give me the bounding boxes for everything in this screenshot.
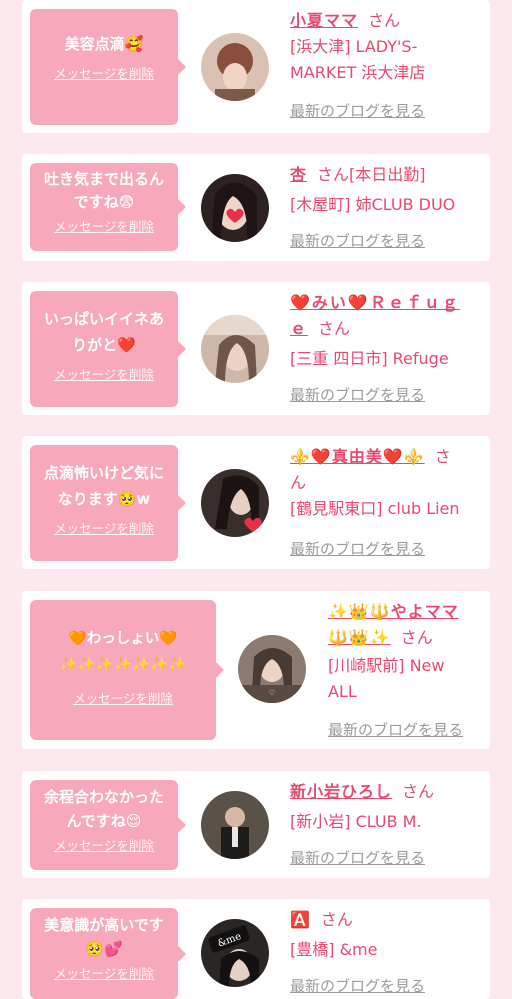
svg-text:♡: ♡: [269, 689, 275, 697]
delete-message-link[interactable]: メッセージを削除: [54, 63, 154, 82]
user-name-link[interactable]: 🅰️: [290, 910, 311, 929]
latest-blog-link[interactable]: 最新のブログを見る: [328, 719, 463, 740]
message-card: 吐き気まで出るん ですね😨 メッセージを削除 杏さん[本日出勤] [木屋町] 姉…: [22, 154, 490, 261]
user-info: ⚜️❤️真由美❤️⚜️ さ ん [鶴見駅東口] club Lien: [290, 444, 490, 522]
avatar[interactable]: [201, 791, 269, 859]
avatar[interactable]: [201, 315, 269, 383]
avatar[interactable]: [201, 33, 269, 101]
avatar[interactable]: [201, 469, 269, 537]
message-text: 点滴怖いけど気に なります🥺w: [43, 464, 164, 508]
latest-blog-link[interactable]: 最新のブログを見る: [290, 384, 425, 405]
honorific: さん: [368, 11, 401, 30]
message-text: 美容点滴🥰: [64, 35, 144, 53]
latest-blog-link[interactable]: 最新のブログを見る: [290, 975, 425, 996]
user-name-link[interactable]: ❤️みい❤️Ｒｅｆｕｇ ｅ: [290, 293, 460, 338]
delete-message-link[interactable]: メッセージを削除: [73, 688, 173, 707]
user-name-link[interactable]: ⚜️❤️真由美❤️⚜️: [290, 447, 425, 466]
shop-info: [豊橋] &me: [290, 940, 378, 959]
shop-info: [鶴見駅東口] club Lien: [290, 499, 460, 518]
delete-message-link[interactable]: メッセージを削除: [54, 216, 154, 235]
shop-info: [新小岩] CLUB M.: [290, 812, 422, 831]
message-bubble: 吐き気まで出るん ですね😨 メッセージを削除: [30, 163, 186, 251]
message-text: いっぱいイイネあ りがと❤️: [43, 310, 164, 354]
delete-message-link[interactable]: メッセージを削除: [54, 835, 154, 854]
message-card: 美意識が高いです 🥺💕 メッセージを削除 &me 🅰️ さん [豊橋] &me 最…: [22, 899, 490, 999]
user-info: ❤️みい❤️Ｒｅｆｕｇ ｅ さん [三重 四日市] Refuge: [290, 290, 490, 372]
message-text: 美意識が高いです 🥺💕: [44, 916, 164, 958]
message-bubble: 🧡わっしょい🧡 ✨✨✨✨✨✨✨ メッセージを削除: [30, 600, 224, 740]
message-bubble: 美容点滴🥰 メッセージを削除: [30, 9, 186, 125]
message-card: 余程合わなかった んですね😌 メッセージを削除 新小岩ひろし さん [新小岩] C…: [22, 771, 490, 878]
user-info: ✨👑🔱やよママ 🔱👑✨ さん [川崎駅前] New ALL: [328, 599, 490, 705]
delete-message-link[interactable]: メッセージを削除: [54, 963, 154, 982]
message-card: 美容点滴🥰 メッセージを削除 小夏ママ さん [浜大津] LADY'S- MARK…: [22, 0, 490, 133]
message-card: 🧡わっしょい🧡 ✨✨✨✨✨✨✨ メッセージを削除 ♡ ✨👑🔱やよママ 🔱👑✨ さん…: [22, 591, 490, 749]
message-bubble: 美意識が高いです 🥺💕 メッセージを削除: [30, 908, 186, 999]
message-bubble: いっぱいイイネあ りがと❤️ メッセージを削除: [30, 291, 186, 407]
latest-blog-link[interactable]: 最新のブログを見る: [290, 847, 425, 868]
message-bubble: 点滴怖いけど気に なります🥺w メッセージを削除: [30, 445, 186, 561]
shop-info: [木屋町] 姉CLUB DUO: [290, 195, 456, 214]
user-info: 杏さん[本日出勤] [木屋町] 姉CLUB DUO: [290, 162, 490, 218]
honorific: さん: [400, 628, 433, 647]
latest-blog-link[interactable]: 最新のブログを見る: [290, 100, 425, 121]
shop-info: [三重 四日市] Refuge: [290, 349, 449, 368]
shop-info: [川崎駅前] New ALL: [328, 656, 445, 701]
latest-blog-link[interactable]: 最新のブログを見る: [290, 538, 425, 559]
user-info: 新小岩ひろし さん [新小岩] CLUB M.: [290, 779, 490, 835]
honorific: さん[本日出勤]: [317, 165, 426, 184]
avatar[interactable]: [201, 174, 269, 242]
latest-blog-link[interactable]: 最新のブログを見る: [290, 230, 425, 251]
honorific: さん: [320, 910, 353, 929]
message-card: いっぱいイイネあ りがと❤️ メッセージを削除 ❤️みい❤️Ｒｅｆｕｇ ｅ さん …: [22, 282, 490, 415]
delete-message-link[interactable]: メッセージを削除: [54, 364, 154, 383]
user-info: 🅰️ さん [豊橋] &me: [290, 907, 490, 963]
message-text: 🧡わっしょい🧡 ✨✨✨✨✨✨✨: [59, 631, 187, 673]
delete-message-link[interactable]: メッセージを削除: [54, 518, 154, 537]
message-bubble: 余程合わなかった んですね😌 メッセージを削除: [30, 780, 186, 870]
avatar[interactable]: &me: [201, 919, 269, 987]
shop-info: [浜大津] LADY'S- MARKET 浜大津店: [290, 37, 426, 82]
message-text: 吐き気まで出るん ですね😨: [43, 170, 164, 211]
user-name-link[interactable]: 杏: [290, 165, 307, 184]
user-name-link[interactable]: 小夏ママ: [290, 11, 358, 30]
user-info: 小夏ママ さん [浜大津] LADY'S- MARKET 浜大津店: [290, 8, 490, 86]
honorific: さん: [318, 319, 351, 338]
honorific: さん: [402, 782, 435, 801]
user-name-link[interactable]: ✨👑🔱やよママ 🔱👑✨: [328, 602, 459, 647]
avatar[interactable]: ♡: [238, 635, 306, 703]
user-name-link[interactable]: 新小岩ひろし: [290, 782, 392, 801]
message-text: 余程合わなかった んですね😌: [43, 788, 164, 830]
message-card: 点滴怖いけど気に なります🥺w メッセージを削除 ⚜️❤️真由美❤️⚜️ さ ん …: [22, 436, 490, 569]
